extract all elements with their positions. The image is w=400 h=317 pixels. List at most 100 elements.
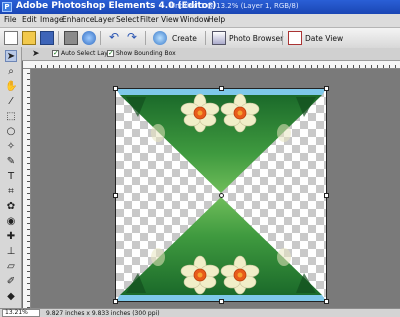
ruler-tick [53, 65, 54, 68]
ruler-tick [359, 65, 360, 68]
ruler-tick [149, 65, 150, 68]
vertical-ruler [23, 69, 31, 308]
bbox-handle-bottom-right[interactable] [324, 299, 329, 304]
online-services-icon[interactable] [82, 31, 96, 45]
status-bar: 13.21% 9.827 inches x 9.833 inches (300 … [0, 308, 400, 317]
menu-filter[interactable]: Filter [140, 15, 159, 24]
ruler-tick [27, 295, 30, 296]
show-bounding-box-checkbox[interactable]: ✓ [107, 50, 114, 57]
selection-brush-tool-icon[interactable]: ✎ [5, 156, 17, 168]
ruler-tick [131, 65, 132, 68]
ruler-tick [27, 271, 30, 272]
bbox-handle-middle-left[interactable] [113, 193, 118, 198]
eraser-tool-icon[interactable]: ▱ [5, 261, 17, 273]
lasso-tool-icon[interactable]: ○ [5, 126, 17, 138]
new-file-icon[interactable] [4, 31, 18, 45]
bbox-handle-top-center[interactable] [219, 86, 224, 91]
undo-icon[interactable]: ↶ [107, 31, 121, 45]
ruler-tick [113, 65, 114, 68]
ruler-tick [197, 65, 198, 68]
ruler-tick [27, 97, 30, 98]
photo-browser-button-label[interactable]: Photo Browser [229, 34, 283, 43]
ruler-tick [27, 103, 30, 104]
menu-view[interactable]: View [161, 15, 179, 24]
photo-browser-icon[interactable] [212, 31, 226, 45]
menu-file[interactable]: File [4, 15, 17, 24]
eyedropper-tool-icon[interactable]: ⁄ [5, 96, 17, 108]
ruler-tick [353, 65, 354, 68]
ruler-tick [119, 65, 120, 68]
move-tool-preset-icon[interactable]: ➤ [32, 49, 42, 59]
bbox-center-point[interactable] [219, 193, 224, 198]
type-tool-icon[interactable]: T [5, 171, 17, 183]
paint-bucket-tool-icon[interactable]: ◆ [5, 291, 17, 303]
ruler-tick [179, 65, 180, 68]
bbox-handle-bottom-center[interactable] [219, 299, 224, 304]
ruler-tick [27, 265, 30, 266]
zoom-tool-icon[interactable]: ⌕ [5, 66, 17, 78]
date-view-button-label[interactable]: Date View [305, 34, 343, 43]
ruler-tick [27, 145, 30, 146]
magic-wand-tool-icon[interactable]: ✧ [5, 141, 17, 153]
toolbox: ➤ ⌕ ✋ ⁄ ⬚ ○ ✧ ✎ T ⌗ ✿ ◉ ✚ ⊥ ▱ ✐ ◆ [0, 47, 22, 308]
canvas-area[interactable] [31, 69, 400, 308]
clone-stamp-tool-icon[interactable]: ⊥ [5, 246, 17, 258]
app-logo-icon: P [2, 2, 12, 12]
ruler-tick [299, 65, 300, 68]
marquee-tool-icon[interactable]: ⬚ [5, 111, 17, 123]
bbox-handle-top-left[interactable] [113, 86, 118, 91]
menu-layer[interactable]: Layer [94, 15, 115, 24]
ruler-tick [27, 193, 30, 194]
ruler-tick [27, 259, 30, 260]
move-tool-icon[interactable]: ➤ [5, 50, 17, 62]
bbox-handle-top-right[interactable] [324, 86, 329, 91]
ruler-tick [27, 241, 30, 242]
menu-enhance[interactable]: Enhance [62, 15, 94, 24]
ruler-tick [27, 301, 30, 302]
date-view-icon[interactable] [288, 31, 302, 45]
ruler-tick [27, 175, 30, 176]
auto-select-layer-checkbox[interactable]: ✓ [52, 50, 59, 57]
brush-tool-icon[interactable]: ✐ [5, 276, 17, 288]
redo-icon[interactable]: ↷ [125, 31, 139, 45]
ruler-tick [27, 253, 30, 254]
cookie-cutter-tool-icon[interactable]: ✿ [5, 201, 17, 213]
ruler-tick [173, 65, 174, 68]
menu-window[interactable]: Window [180, 15, 210, 24]
bbox-handle-bottom-left[interactable] [113, 299, 118, 304]
ruler-tick [329, 65, 330, 68]
ruler-tick [27, 85, 30, 86]
ruler-tick [27, 127, 30, 128]
ruler-tick [377, 65, 378, 68]
ruler-tick [27, 181, 30, 182]
ruler-tick [305, 65, 306, 68]
document-size-info: 9.827 inches x 9.833 inches (300 ppi) [46, 310, 160, 317]
document-window [23, 61, 400, 308]
ruler-tick [27, 169, 30, 170]
ruler-tick [263, 65, 264, 68]
print-icon[interactable] [64, 31, 78, 45]
ruler-tick [395, 65, 396, 68]
zoom-level-field[interactable]: 13.21% [2, 309, 40, 317]
ruler-tick [27, 247, 30, 248]
create-icon[interactable] [153, 31, 167, 45]
ruler-tick [65, 65, 66, 68]
create-button-label[interactable]: Create [172, 34, 197, 43]
healing-brush-tool-icon[interactable]: ✚ [5, 231, 17, 243]
red-eye-tool-icon[interactable]: ◉ [5, 216, 17, 228]
ruler-tick [257, 65, 258, 68]
menu-help[interactable]: Help [208, 15, 225, 24]
ruler-tick [161, 65, 162, 68]
save-icon[interactable] [40, 31, 54, 45]
menu-bar: File Edit Image Enhance Layer Select Fil… [0, 14, 400, 28]
crop-tool-icon[interactable]: ⌗ [5, 186, 17, 198]
hand-tool-icon[interactable]: ✋ [5, 81, 17, 93]
menu-edit[interactable]: Edit [22, 15, 37, 24]
menu-image[interactable]: Image [40, 15, 64, 24]
ruler-tick [27, 109, 30, 110]
bbox-handle-middle-right[interactable] [324, 193, 329, 198]
ruler-tick [215, 65, 216, 68]
ruler-tick [389, 65, 390, 68]
open-folder-icon[interactable] [22, 31, 36, 45]
menu-select[interactable]: Select [116, 15, 139, 24]
